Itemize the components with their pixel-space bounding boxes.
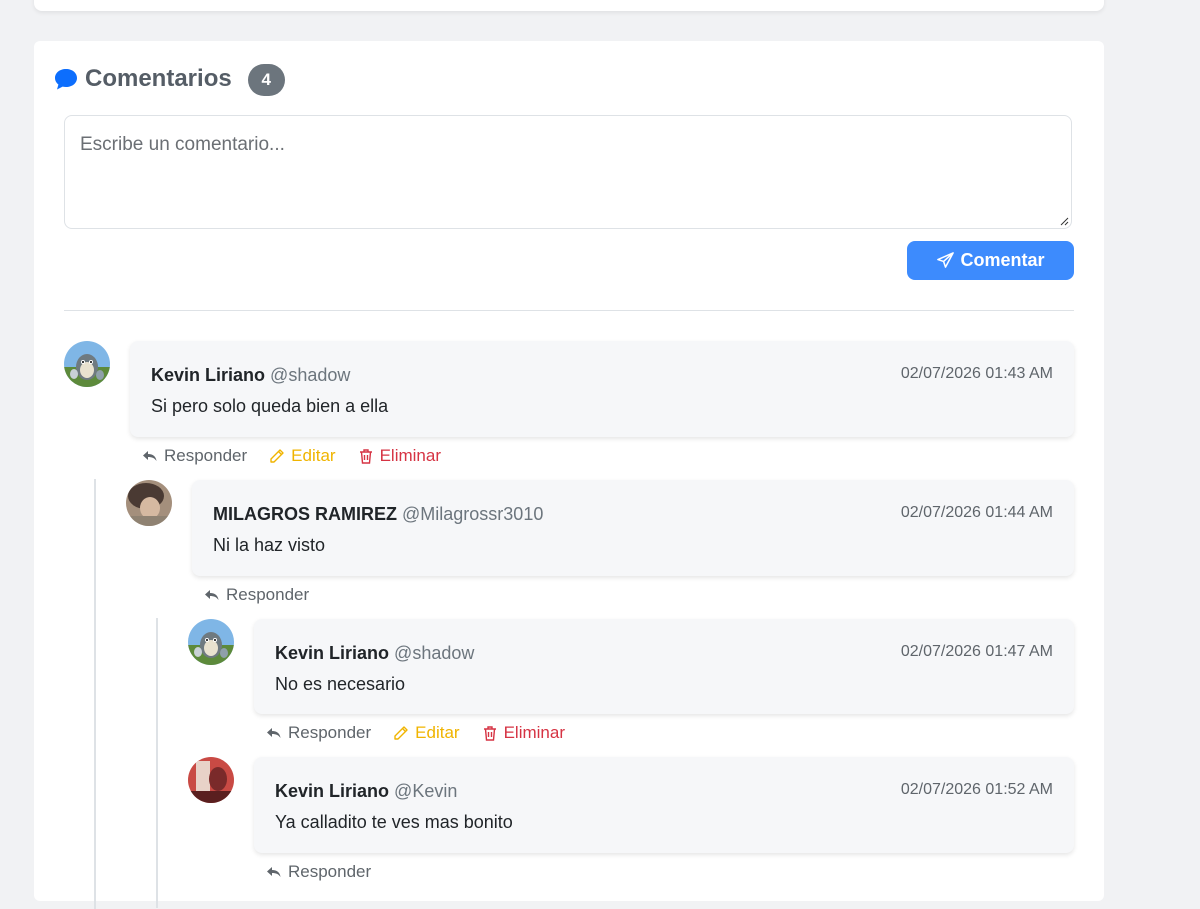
comments-count-badge: 4 [247, 64, 285, 96]
chat-bubble-icon [55, 68, 77, 89]
delete-button[interactable]: Eliminar [358, 446, 441, 466]
delete-label: Eliminar [503, 723, 565, 742]
comments-card: Comentarios 4 Escribe un comentario... C… [34, 41, 1104, 909]
avatar-totoro-image [64, 341, 110, 387]
reply-icon [205, 590, 219, 600]
author-name[interactable]: Kevin Liriano [151, 365, 265, 385]
comment-text: No es necesario [275, 674, 406, 694]
divider [64, 310, 1074, 311]
trash-icon [483, 726, 496, 741]
comments-title: Comentarios [85, 64, 232, 92]
author-name[interactable]: Kevin Liriano [275, 781, 389, 801]
reply-icon [143, 451, 157, 461]
comment-bubble: Kevin Liriano @Kevin 02/07/2026 01:52 AM… [254, 757, 1074, 853]
comment-actions: Responder Editar Eliminar [142, 446, 463, 466]
delete-label: Eliminar [379, 446, 441, 465]
comment-author: Kevin Liriano @shadow [275, 643, 474, 664]
reply-icon [267, 867, 281, 877]
pencil-icon [394, 726, 408, 740]
reply-label: Responder [288, 862, 372, 881]
resize-handle-icon[interactable] [1059, 216, 1069, 226]
comment-date: 02/07/2026 01:52 AM [900, 781, 1053, 798]
comment-author: MILAGROS RAMIREZ @Milagrossr3010 [213, 504, 543, 525]
avatar-photo-image [188, 757, 234, 803]
author-handle[interactable]: @shadow [394, 643, 474, 663]
comment-text: Ni la haz visto [213, 535, 326, 555]
edit-button[interactable]: Editar [393, 723, 460, 743]
comment-placeholder: Escribe un comentario... [80, 134, 285, 155]
author-handle[interactable]: @Kevin [394, 781, 457, 801]
edit-label: Editar [291, 446, 336, 465]
pencil-icon [270, 449, 284, 463]
comment-submit-label: Comentar [960, 250, 1045, 270]
edit-button[interactable]: Editar [269, 446, 336, 466]
delete-button[interactable]: Eliminar [482, 723, 565, 743]
comments-header: Comentarios 4 [53, 61, 285, 96]
comment-author: Kevin Liriano @Kevin [275, 781, 457, 802]
reply-icon [267, 728, 281, 738]
author-handle[interactable]: @shadow [270, 365, 350, 385]
trash-icon [359, 449, 372, 464]
send-icon [937, 252, 955, 268]
reply-button[interactable]: Responder [266, 723, 371, 743]
avatar[interactable] [188, 619, 234, 665]
thread-line-level-1 [94, 479, 96, 909]
reply-button[interactable]: Responder [204, 585, 309, 605]
edit-label: Editar [415, 723, 460, 742]
comment-author: Kevin Liriano @shadow [151, 365, 350, 386]
comment-bubble: Kevin Liriano @shadow 02/07/2026 01:43 A… [130, 341, 1074, 437]
avatar-totoro-image [188, 619, 234, 665]
comment-actions: Responder [204, 585, 331, 605]
reply-button[interactable]: Responder [266, 862, 371, 882]
comment-textarea[interactable]: Escribe un comentario... [64, 115, 1072, 229]
comment-submit-button[interactable]: Comentar [907, 241, 1074, 280]
reply-label: Responder [164, 446, 248, 465]
author-name[interactable]: Kevin Liriano [275, 643, 389, 663]
author-handle[interactable]: @Milagrossr3010 [402, 504, 543, 524]
avatar[interactable] [126, 480, 172, 526]
comment-actions: Responder Editar Eliminar [266, 723, 587, 743]
thread-line-level-2 [156, 618, 158, 908]
comment-text: Si pero solo queda bien a ella [151, 396, 389, 416]
comment-text: Ya calladito te ves mas bonito [275, 812, 513, 832]
avatar[interactable] [64, 341, 110, 387]
reply-label: Responder [288, 723, 372, 742]
reply-label: Responder [226, 585, 310, 604]
avatar[interactable] [188, 757, 234, 803]
reply-button[interactable]: Responder [142, 446, 247, 466]
comment-date: 02/07/2026 01:44 AM [900, 504, 1053, 521]
comment-date: 02/07/2026 01:43 AM [900, 365, 1053, 382]
comment-bubble: Kevin Liriano @shadow 02/07/2026 01:47 A… [254, 619, 1074, 714]
comment-date: 02/07/2026 01:47 AM [900, 643, 1053, 660]
previous-card [34, 0, 1104, 11]
comment-bubble: MILAGROS RAMIREZ @Milagrossr3010 02/07/2… [192, 480, 1074, 576]
author-name[interactable]: MILAGROS RAMIREZ [213, 504, 397, 524]
avatar-photo-image [126, 480, 172, 526]
comment-actions: Responder [266, 862, 393, 882]
